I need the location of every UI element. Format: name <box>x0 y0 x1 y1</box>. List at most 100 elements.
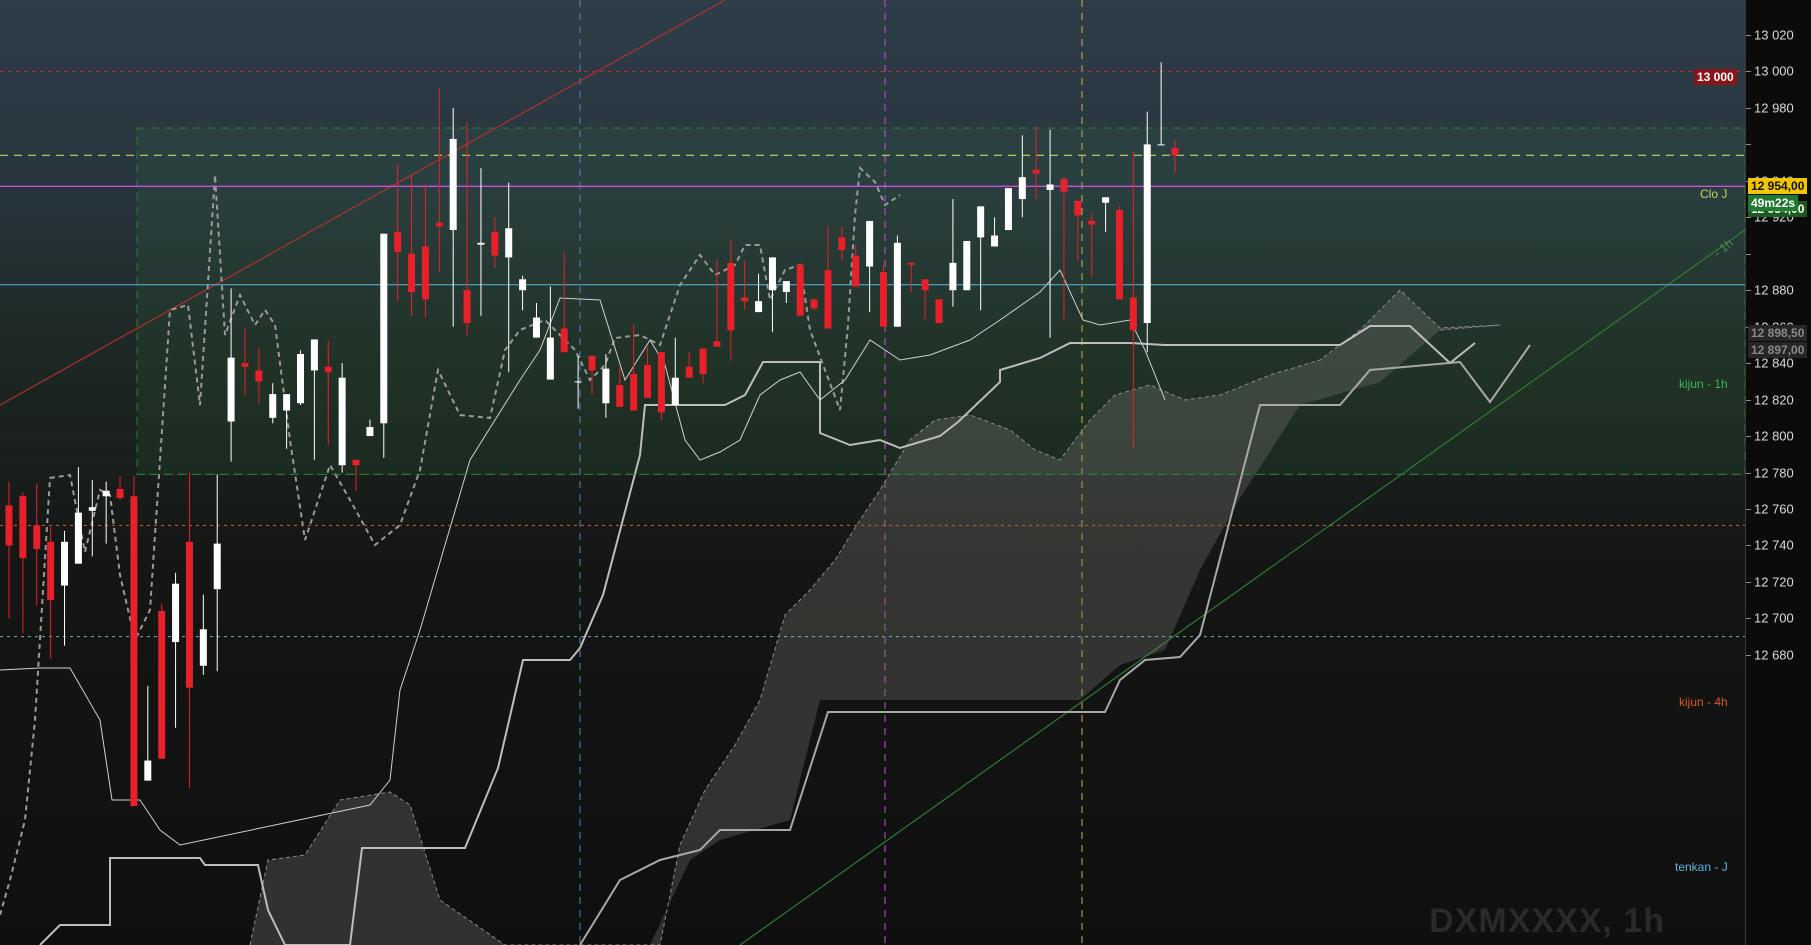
candle-body <box>657 352 665 413</box>
candle-body <box>838 237 846 251</box>
candle-body <box>907 262 915 265</box>
candle-body <box>755 301 763 313</box>
axis-tick-label: 12 820 <box>1754 392 1794 408</box>
candle-body <box>1157 144 1165 146</box>
candle-body <box>602 368 610 404</box>
candle-body <box>1074 200 1082 216</box>
candle-0 <box>5 481 13 619</box>
candle-body <box>241 363 249 367</box>
chart-area[interactable]: DXMXXXX, 1h <box>0 0 1745 945</box>
candle-4 <box>61 530 69 646</box>
axis-tick-label: 12 880 <box>1754 282 1794 298</box>
axis-tick-label: 12 720 <box>1754 574 1794 590</box>
candle-body <box>1171 148 1179 156</box>
axis-tick-mark <box>1746 581 1751 583</box>
clo-j-label: Clo J <box>1700 187 1728 201</box>
last-price-badge: 12 954,00 <box>1748 178 1808 194</box>
candle-body <box>61 541 69 586</box>
candle-body <box>685 366 693 378</box>
candle-57 <box>796 264 804 316</box>
candle-body <box>116 488 124 499</box>
candle-13 <box>185 472 193 788</box>
candle-6 <box>88 479 96 557</box>
candle-body <box>727 262 735 331</box>
candle-body <box>519 279 527 291</box>
candle-body <box>824 270 832 329</box>
candle-10 <box>144 685 152 781</box>
axis-tick-label: 13 000 <box>1754 63 1794 79</box>
candle-body <box>255 370 263 382</box>
candle-body <box>324 366 332 373</box>
kijun-4h-label: kijun - 4h <box>1679 695 1728 709</box>
candle-body <box>1129 297 1137 331</box>
candle-8 <box>116 476 124 500</box>
candle-body <box>852 255 860 287</box>
axis-tick-mark <box>1746 107 1751 109</box>
axis-tick-mark <box>1746 618 1751 620</box>
countdown-badge: 49m22s <box>1748 195 1799 211</box>
candle-body <box>380 233 388 424</box>
candle-body <box>810 299 818 309</box>
candle-body <box>893 242 901 327</box>
candle-body <box>352 459 360 466</box>
axis-tick-label: 12 800 <box>1754 428 1794 444</box>
candle-82 <box>1143 111 1151 353</box>
candle-63 <box>880 264 887 327</box>
candle-body <box>213 543 221 590</box>
candle-body <box>977 206 985 238</box>
candle-body <box>297 354 304 404</box>
tenkan-j-label: tenkan - J <box>1675 860 1728 874</box>
axis-tick-mark <box>1746 144 1751 146</box>
candle-body <box>33 525 41 550</box>
axis-tick-mark <box>1746 71 1751 73</box>
candle-11 <box>158 603 166 759</box>
candle-body <box>88 507 96 511</box>
candle-body <box>199 629 207 666</box>
axis-tick-mark <box>1746 436 1751 438</box>
candle-body <box>644 364 652 398</box>
candle-body <box>5 505 13 546</box>
candle-body <box>394 231 402 252</box>
candle-body <box>699 348 707 375</box>
candle-body <box>741 297 749 302</box>
candle-body <box>921 279 929 291</box>
candle-body <box>408 253 416 293</box>
candle-body <box>991 235 999 247</box>
candle-body <box>491 231 499 256</box>
candle-body <box>713 341 721 347</box>
candle-body <box>768 257 776 291</box>
axis-tick-mark <box>1746 508 1751 510</box>
candle-body <box>782 281 790 293</box>
candle-body <box>505 228 513 258</box>
price-chart[interactable] <box>0 0 1745 945</box>
candle-69 <box>963 240 971 291</box>
candle-body <box>949 262 957 291</box>
candle-body <box>102 490 110 497</box>
candle-body <box>477 242 485 245</box>
candle-body <box>1018 177 1026 200</box>
candle-body <box>269 394 277 418</box>
chart-title-watermark: DXMXXXX, 1h <box>1429 902 1665 940</box>
candle-body <box>158 611 166 759</box>
axis-tick-mark <box>1746 654 1751 656</box>
candle-body <box>616 385 624 407</box>
candle-47 <box>657 352 665 420</box>
candle-24 <box>338 363 346 473</box>
candle-body <box>1143 144 1151 324</box>
candle-15 <box>213 474 221 672</box>
candle-body <box>130 496 138 807</box>
level-13000-badge: 13 000 <box>1694 69 1737 85</box>
candle-body <box>630 374 638 411</box>
axis-tick-mark <box>1746 399 1751 401</box>
candle-body <box>1115 210 1123 300</box>
axis-tick-label: 12 680 <box>1754 647 1794 663</box>
candle-64 <box>893 235 901 327</box>
candle-body <box>1060 179 1068 192</box>
axis-tick-label: 13 020 <box>1754 27 1794 43</box>
price-axis[interactable]: 13 02013 00012 98012 94012 92012 88012 8… <box>1745 0 1811 945</box>
candle-7 <box>102 481 110 544</box>
upper-gray-badge: 12 898,50 <box>1748 325 1808 341</box>
axis-tick-label: 12 760 <box>1754 501 1794 517</box>
candle-body <box>435 222 443 227</box>
candle-5 <box>74 467 82 564</box>
